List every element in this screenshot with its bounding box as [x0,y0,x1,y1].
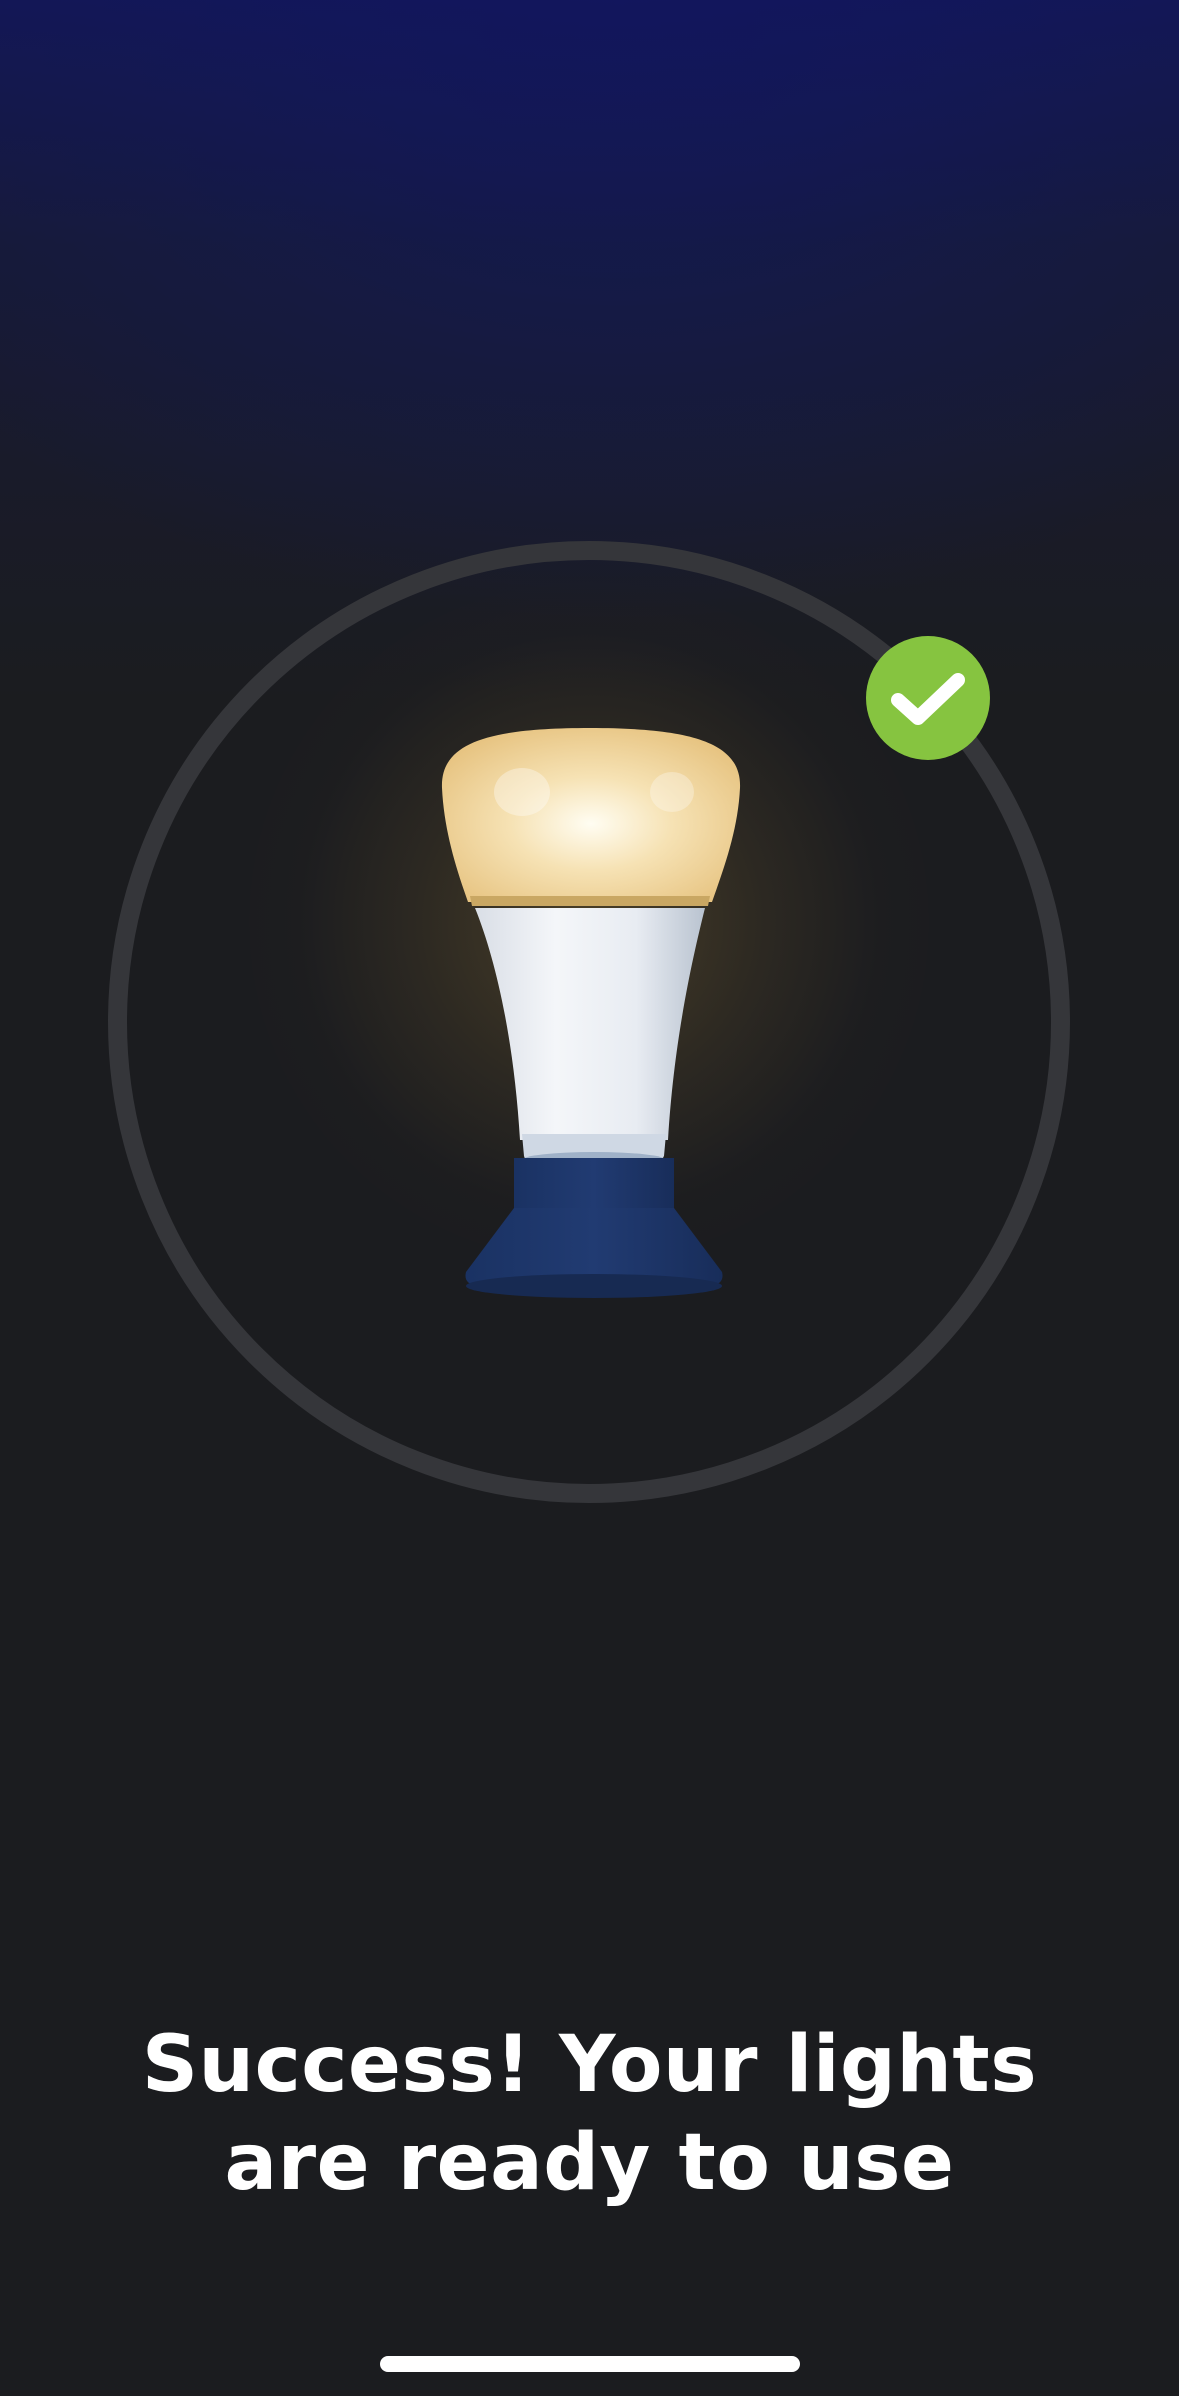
home-indicator[interactable] [380,2356,800,2372]
setup-success-screen: Success! Your lights are ready to use [0,0,1179,2396]
success-title: Success! Your lights are ready to use [141,2020,1038,2208]
check-icon [891,673,965,725]
light-bulb-icon [441,728,741,1298]
success-badge [866,636,990,760]
